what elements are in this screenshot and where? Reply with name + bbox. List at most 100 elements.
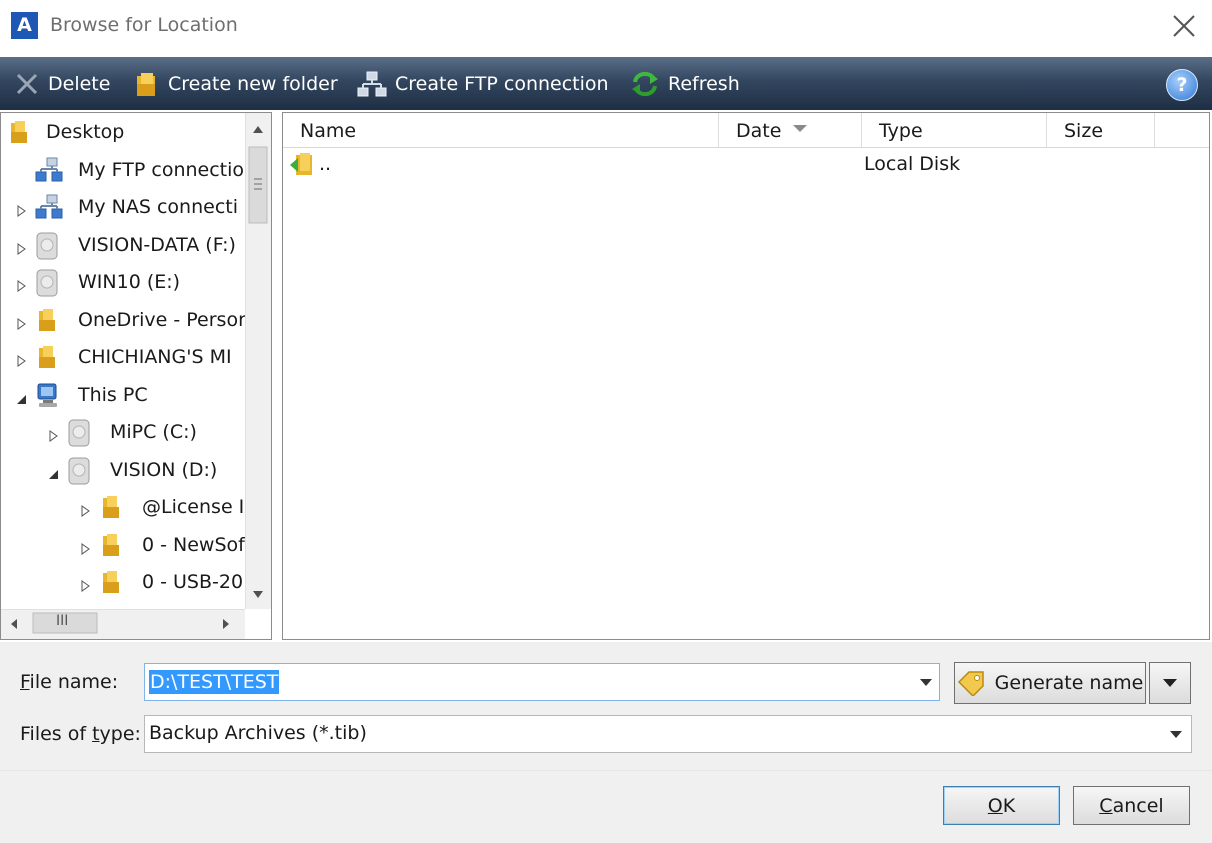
scroll-down-arrow-icon bbox=[253, 591, 263, 598]
expand-arrow-icon[interactable] bbox=[14, 351, 28, 367]
expand-arrow-icon[interactable] bbox=[14, 276, 28, 292]
help-button[interactable]: ? bbox=[1166, 69, 1198, 101]
drive-icon bbox=[67, 419, 91, 452]
scroll-up-arrow-icon bbox=[253, 126, 263, 133]
expand-arrow-icon[interactable] bbox=[14, 239, 28, 255]
sort-desc-icon bbox=[793, 125, 807, 132]
file-type-value: Backup Archives (*.tib) bbox=[149, 722, 367, 744]
close-icon bbox=[1173, 15, 1195, 37]
tree-item-label: OneDrive - Persor bbox=[78, 308, 245, 331]
file-type-select[interactable]: Backup Archives (*.tib) bbox=[144, 715, 1192, 753]
scroll-grip: III bbox=[56, 613, 69, 629]
create-folder-label: Create new folder bbox=[168, 72, 338, 95]
drive-icon bbox=[35, 269, 59, 302]
computer-icon bbox=[35, 382, 61, 415]
tree-horizontal-scrollbar[interactable]: III bbox=[1, 609, 245, 639]
tree-item[interactable]: OneDrive - Persor bbox=[1, 303, 245, 339]
close-button[interactable] bbox=[1170, 12, 1198, 40]
collapse-arrow-icon[interactable] bbox=[46, 464, 60, 479]
tree-item-label: My NAS connecti bbox=[78, 196, 239, 218]
folder-icon bbox=[35, 307, 61, 338]
tree-item[interactable]: 0 - USB-20 bbox=[1, 565, 245, 601]
delete-label: Delete bbox=[48, 72, 111, 95]
toolbar: Delete Create new folder Create FTP conn… bbox=[0, 57, 1212, 110]
drive-icon bbox=[35, 232, 59, 265]
expand-arrow-icon[interactable] bbox=[14, 201, 28, 217]
network-icon bbox=[35, 194, 65, 225]
tree-item-label: VISION-DATA (F:) bbox=[78, 233, 236, 256]
folder-icon bbox=[137, 72, 155, 96]
ok-label: OK bbox=[987, 794, 1016, 817]
column-name[interactable]: Name bbox=[283, 113, 719, 147]
refresh-label: Refresh bbox=[668, 72, 740, 95]
tree-rows: Desktop My FTP connectio My NAS connecti VI… bbox=[1, 113, 245, 609]
file-list[interactable]: Name Date Type Size .. Local Disk bbox=[282, 112, 1210, 640]
tree-item-label: 0 - USB-20 bbox=[142, 571, 244, 593]
tree-item-label: VISION (D:) bbox=[110, 458, 218, 481]
refresh-button[interactable]: Refresh bbox=[630, 57, 740, 110]
tree-item-label: My FTP connectio bbox=[78, 158, 245, 181]
file-name-input[interactable]: D:\TEST\TEST bbox=[144, 663, 940, 701]
tree-item-label: This PC bbox=[78, 383, 148, 406]
tree-item[interactable]: This PC bbox=[1, 378, 245, 414]
tree-vertical-scrollbar[interactable] bbox=[245, 113, 271, 609]
tree-item-label: WIN10 (E:) bbox=[78, 271, 181, 293]
tree-item[interactable]: Desktop bbox=[1, 115, 245, 151]
tree-item[interactable]: CHICHIANG'S MI bbox=[1, 340, 245, 376]
tree-item[interactable]: MiPC (C:) bbox=[1, 415, 245, 451]
scroll-left-arrow-icon bbox=[11, 619, 17, 629]
tag-icon bbox=[957, 671, 984, 696]
column-type[interactable]: Type bbox=[862, 113, 1047, 147]
column-date[interactable]: Date bbox=[719, 113, 862, 147]
cancel-button[interactable]: Cancel bbox=[1073, 786, 1190, 825]
column-date-label: Date bbox=[736, 120, 782, 142]
folder-tree[interactable]: Desktop My FTP connectio My NAS connecti VI… bbox=[0, 112, 272, 640]
generate-options-button[interactable] bbox=[1149, 662, 1191, 704]
expand-arrow-icon[interactable] bbox=[78, 576, 92, 592]
file-name-value: D:\TEST\TEST bbox=[149, 670, 280, 694]
vscroll-graphics bbox=[248, 126, 268, 598]
expand-arrow-icon[interactable] bbox=[46, 426, 60, 442]
hscroll-graphics bbox=[11, 612, 229, 634]
network-icon bbox=[357, 71, 387, 96]
create-folder-button[interactable]: Create new folder bbox=[134, 57, 338, 110]
tree-item-label: CHICHIANG'S MI bbox=[78, 346, 232, 368]
create-ftp-label: Create FTP connection bbox=[395, 72, 609, 95]
tree-item-label: MiPC (C:) bbox=[110, 421, 197, 443]
tree-item-label: Desktop bbox=[46, 121, 125, 143]
tree-item-label: 0 - NewSof bbox=[142, 533, 245, 556]
ok-button[interactable]: OK bbox=[943, 786, 1060, 825]
window-title: Browse for Location bbox=[50, 14, 238, 36]
folder-icon bbox=[99, 532, 125, 563]
scroll-right-arrow-icon bbox=[223, 619, 229, 629]
tree-item[interactable]: 0 - NewSof bbox=[1, 528, 245, 564]
expand-arrow-icon[interactable] bbox=[78, 539, 92, 555]
chevron-down-icon[interactable] bbox=[919, 678, 933, 688]
tree-item[interactable]: VISION-DATA (F:) bbox=[1, 228, 245, 264]
expand-arrow-icon[interactable] bbox=[14, 314, 28, 330]
collapse-arrow-icon[interactable] bbox=[14, 389, 28, 404]
app-logo-icon: A bbox=[11, 12, 38, 39]
tree-item[interactable]: My FTP connectio bbox=[1, 153, 245, 189]
create-ftp-button[interactable]: Create FTP connection bbox=[357, 57, 609, 110]
cancel-label: Cancel bbox=[1099, 794, 1164, 817]
expand-arrow-icon[interactable] bbox=[78, 501, 92, 517]
drive-icon bbox=[67, 457, 91, 490]
chevron-down-icon bbox=[1170, 731, 1182, 738]
tree-item[interactable]: @License I bbox=[1, 490, 245, 526]
parent-folder-icon bbox=[290, 153, 312, 175]
tree-item[interactable]: My NAS connecti bbox=[1, 190, 245, 226]
generate-name-label: Generate name bbox=[994, 672, 1144, 694]
column-size[interactable]: Size bbox=[1047, 113, 1155, 147]
generate-name-button[interactable]: Generate name bbox=[954, 662, 1146, 704]
help-icon: ? bbox=[1176, 74, 1188, 96]
chevron-down-icon bbox=[1163, 679, 1177, 687]
list-header: Name Date Type Size bbox=[283, 113, 1209, 148]
delete-icon bbox=[16, 73, 38, 94]
tree-item[interactable]: VISION (D:) bbox=[1, 453, 245, 489]
delete-button[interactable]: Delete bbox=[14, 57, 110, 110]
table-row[interactable]: .. Local Disk bbox=[283, 149, 1209, 181]
tree-item[interactable]: WIN10 (E:) bbox=[1, 265, 245, 301]
folder-icon bbox=[35, 344, 61, 375]
file-type-label: Files of type: bbox=[20, 723, 141, 745]
